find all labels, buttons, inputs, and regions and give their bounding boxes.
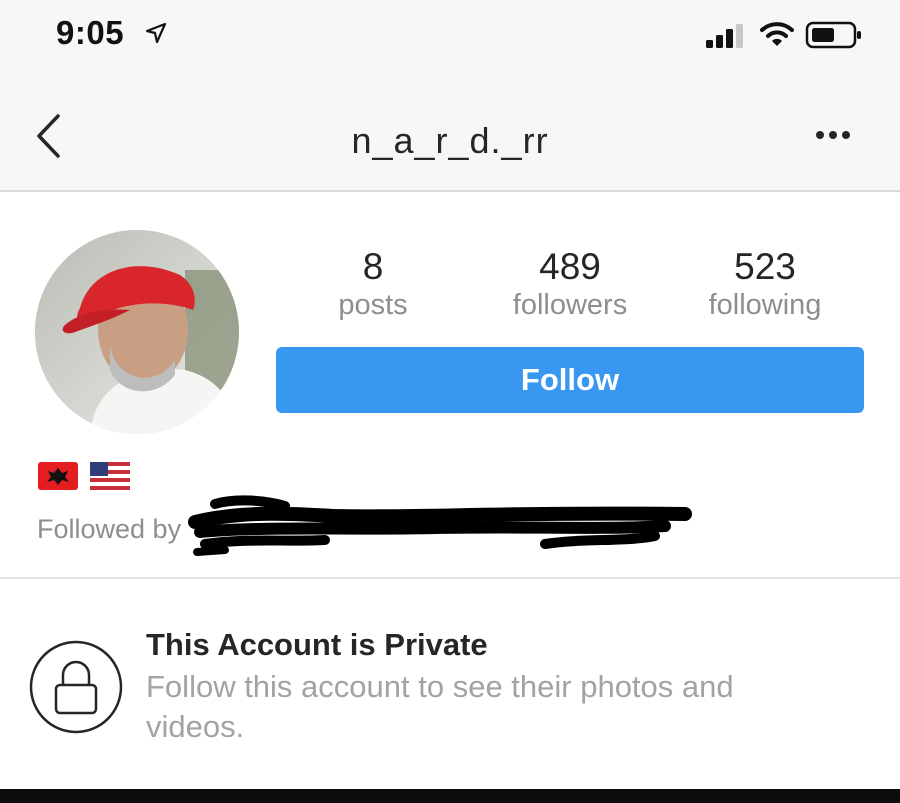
nav-bar: n_a_r_d._rr	[0, 75, 900, 192]
bottom-edge	[0, 789, 900, 803]
following-count: 523	[734, 246, 796, 287]
status-time: 9:05	[56, 14, 125, 51]
redaction-scribble	[188, 495, 692, 556]
posts-label: posts	[338, 289, 408, 321]
followed-by-text[interactable]: Followed by	[37, 514, 181, 545]
usa-flag-icon	[90, 462, 131, 490]
stat-following[interactable]: 523 following	[690, 247, 840, 323]
following-label: following	[708, 289, 822, 321]
lock-icon	[29, 640, 123, 734]
wifi-icon	[760, 22, 794, 46]
bio-flags	[38, 462, 138, 490]
profile-header: 8 posts 489 followers 523 following Foll…	[0, 192, 900, 577]
cellular-signal-icon	[706, 24, 743, 48]
albania-flag-icon	[38, 462, 78, 490]
follow-button[interactable]: Follow	[276, 347, 864, 413]
private-account-notice: This Account is Private Follow this acco…	[0, 579, 900, 789]
posts-count: 8	[362, 246, 384, 287]
private-title: This Account is Private	[146, 627, 488, 662]
stat-posts: 8 posts	[318, 247, 428, 323]
avatar[interactable]	[35, 230, 239, 434]
battery-icon	[805, 21, 861, 49]
stat-followers[interactable]: 489 followers	[490, 247, 650, 323]
ellipsis-icon[interactable]	[815, 130, 851, 140]
followers-count: 489	[539, 246, 601, 287]
location-arrow-icon	[145, 22, 167, 44]
private-description: Follow this account to see their photos …	[146, 669, 734, 744]
status-bar: 9:05	[0, 0, 900, 75]
followers-label: followers	[512, 289, 628, 321]
profile-username: n_a_r_d._rr	[351, 120, 549, 161]
